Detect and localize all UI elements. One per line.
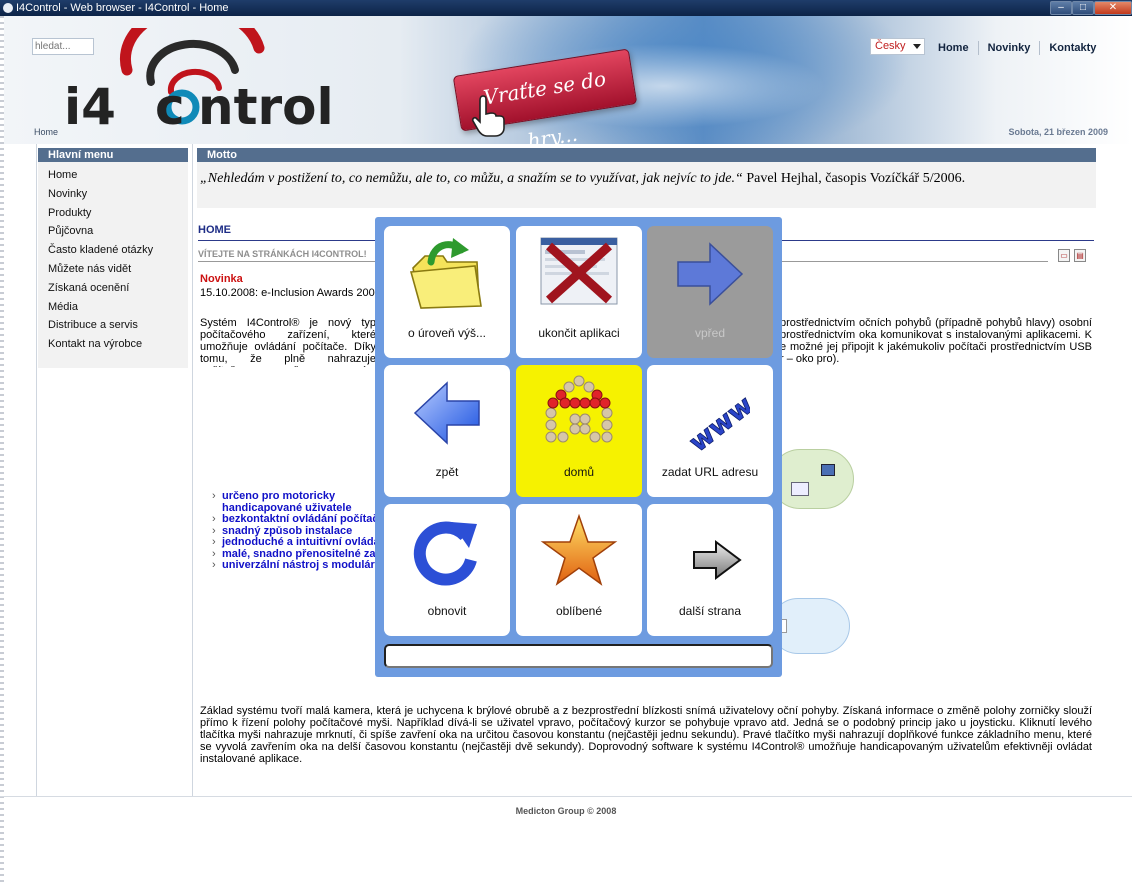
language-select[interactable]: Česky bbox=[870, 38, 925, 55]
left-edge-decoration bbox=[0, 16, 4, 883]
tile-favorites[interactable]: oblíbené bbox=[516, 504, 642, 636]
eye-control-menu: o úroveň výš... ukončit aplikaci vpřed z… bbox=[375, 217, 782, 677]
page-title: HOME bbox=[198, 224, 231, 236]
menu-item-produkty[interactable]: Produkty bbox=[48, 204, 188, 223]
intro-paragraph-left: Systém I4Control® je nový typ počítačové… bbox=[200, 317, 376, 367]
menu-item-novinky[interactable]: Novinky bbox=[48, 185, 188, 204]
monitor-icon bbox=[821, 464, 835, 476]
close-window-button[interactable]: ✕ bbox=[1094, 1, 1132, 15]
www-icon: www bbox=[683, 390, 750, 453]
column-divider bbox=[36, 144, 37, 796]
next-page-icon bbox=[693, 540, 742, 580]
window-controls: – □ ✕ bbox=[1050, 0, 1132, 16]
svg-text:www: www bbox=[684, 390, 750, 453]
site-header: i4 c ntrol Vraťte se do hry... Česky Hom… bbox=[4, 16, 1132, 144]
diagram-cloud-illustration bbox=[770, 598, 850, 654]
description-paragraph: Základ systému tvoří malá kamera, která … bbox=[200, 705, 1092, 765]
favorites-star-icon bbox=[540, 513, 618, 586]
arrow-back-icon bbox=[413, 381, 480, 445]
maximize-button[interactable]: □ bbox=[1072, 1, 1094, 15]
folder-up-icon bbox=[409, 238, 482, 309]
breadcrumb[interactable]: Home bbox=[34, 127, 58, 137]
minimize-button[interactable]: – bbox=[1050, 1, 1072, 15]
quote-author: Pavel Hejhal, časopis Vozíčkář 5/2006. bbox=[742, 171, 966, 186]
intro-paragraph-right: prostřednictvím očních pohybů (případně … bbox=[780, 317, 1092, 365]
feature-list: určeno pro motoricky handicapované uživa… bbox=[212, 491, 376, 572]
home-icon bbox=[545, 375, 613, 443]
nav-home[interactable]: Home bbox=[929, 41, 978, 55]
tile-label: obnovit bbox=[427, 604, 467, 618]
tile-close-app[interactable]: ukončit aplikaci bbox=[516, 226, 642, 358]
tile-label: zpět bbox=[435, 465, 459, 479]
arrow-forward-icon bbox=[677, 242, 744, 306]
tile-label: oblíbené bbox=[555, 604, 603, 618]
menu-item-distribution[interactable]: Distribuce a servis bbox=[48, 316, 188, 335]
window-title: I4Control - Web browser - I4Control - Ho… bbox=[16, 2, 229, 14]
tile-label: ukončit aplikaci bbox=[538, 326, 620, 340]
chevron-down-icon bbox=[913, 44, 921, 49]
tile-label: zadat URL adresu bbox=[661, 465, 759, 479]
tile-forward[interactable]: vpřed bbox=[647, 226, 773, 358]
top-navigation: Home Novinky Kontakty bbox=[929, 41, 1105, 55]
tile-home[interactable]: domů bbox=[516, 365, 642, 497]
main-menu: Hlavní menu Home Novinky Produkty Půjčov… bbox=[38, 148, 188, 368]
window-titlebar: I4Control - Web browser - I4Control - Ho… bbox=[0, 0, 1132, 16]
site-logo[interactable]: i4 c ntrol bbox=[59, 16, 369, 139]
nav-novinky[interactable]: Novinky bbox=[977, 41, 1040, 55]
document-actions: ▭ ▤ bbox=[1058, 249, 1086, 262]
feature-item[interactable]: snadný způsob instalace bbox=[212, 526, 376, 538]
feature-item[interactable]: jednoduché a intuitivní ovládání bbox=[212, 537, 376, 549]
pdf-icon[interactable]: ▭ bbox=[1058, 249, 1070, 262]
feature-item[interactable]: bezkontaktní ovládání počítače bbox=[212, 514, 376, 526]
menu-item-media[interactable]: Média bbox=[48, 298, 188, 317]
tile-next-page[interactable]: další strana bbox=[647, 504, 773, 636]
column-divider bbox=[192, 144, 193, 796]
quote-text: „Nehledám v postižení to, co nemůžu, ale… bbox=[200, 171, 743, 186]
tile-refresh[interactable]: obnovit bbox=[384, 504, 510, 636]
nav-kontakty[interactable]: Kontakty bbox=[1039, 41, 1105, 55]
tile-label: domů bbox=[563, 465, 595, 479]
refresh-icon bbox=[413, 521, 477, 586]
svg-text:i4: i4 bbox=[64, 78, 116, 136]
diagram-cloud-illustration bbox=[770, 449, 854, 509]
feature-item[interactable]: určeno pro motoricky handicapované uživa… bbox=[212, 491, 376, 514]
menu-item-awards[interactable]: Získaná ocenění bbox=[48, 279, 188, 298]
main-menu-title: Hlavní menu bbox=[38, 148, 188, 162]
tile-up-level[interactable]: o úroveň výš... bbox=[384, 226, 510, 358]
feature-item[interactable]: univerzální nástroj s modulární bbox=[212, 560, 376, 572]
tile-label: o úroveň výš... bbox=[407, 326, 487, 340]
svg-text:ntrol: ntrol bbox=[198, 78, 334, 136]
motto-box: Motto „Nehledám v postižení to, co nemůž… bbox=[197, 148, 1096, 208]
menu-item-faq[interactable]: Často kladené otázky bbox=[48, 241, 188, 260]
motto-title: Motto bbox=[197, 148, 1096, 162]
motto-quote: „Nehledám v postižení to, co nemůžu, ale… bbox=[197, 162, 1096, 187]
menu-item-contact[interactable]: Kontakt na výrobce bbox=[48, 335, 188, 354]
browser-window-icon bbox=[791, 482, 809, 496]
tile-enter-url[interactable]: www zadat URL adresu bbox=[647, 365, 773, 497]
close-app-icon bbox=[540, 237, 618, 305]
menu-item-home[interactable]: Home bbox=[48, 166, 188, 185]
footer-divider bbox=[0, 796, 1132, 797]
app-icon bbox=[3, 3, 13, 13]
news-item[interactable]: 15.10.2008: e-Inclusion Awards 200 bbox=[200, 287, 375, 299]
url-input[interactable] bbox=[384, 644, 773, 668]
print-icon[interactable]: ▤ bbox=[1074, 249, 1086, 262]
current-date: Sobota, 21 březen 2009 bbox=[1008, 127, 1108, 137]
svg-text:c: c bbox=[155, 78, 185, 136]
welcome-heading: VÍTEJTE NA STRÁNKÁCH I4CONTROL! bbox=[198, 249, 367, 259]
tile-label: vpřed bbox=[694, 326, 726, 340]
menu-item-events[interactable]: Můžete nás vidět bbox=[48, 260, 188, 279]
news-label: Novinka bbox=[200, 273, 243, 285]
footer-copyright: Medicton Group © 2008 bbox=[515, 806, 617, 816]
pointing-hand-icon bbox=[471, 95, 505, 137]
feature-item[interactable]: malé, snadno přenositelné zař bbox=[212, 549, 376, 561]
tile-label: další strana bbox=[678, 604, 742, 618]
menu-item-pujcovna[interactable]: Půjčovna bbox=[48, 222, 188, 241]
tile-back[interactable]: zpět bbox=[384, 365, 510, 497]
language-value: Česky bbox=[875, 40, 906, 52]
